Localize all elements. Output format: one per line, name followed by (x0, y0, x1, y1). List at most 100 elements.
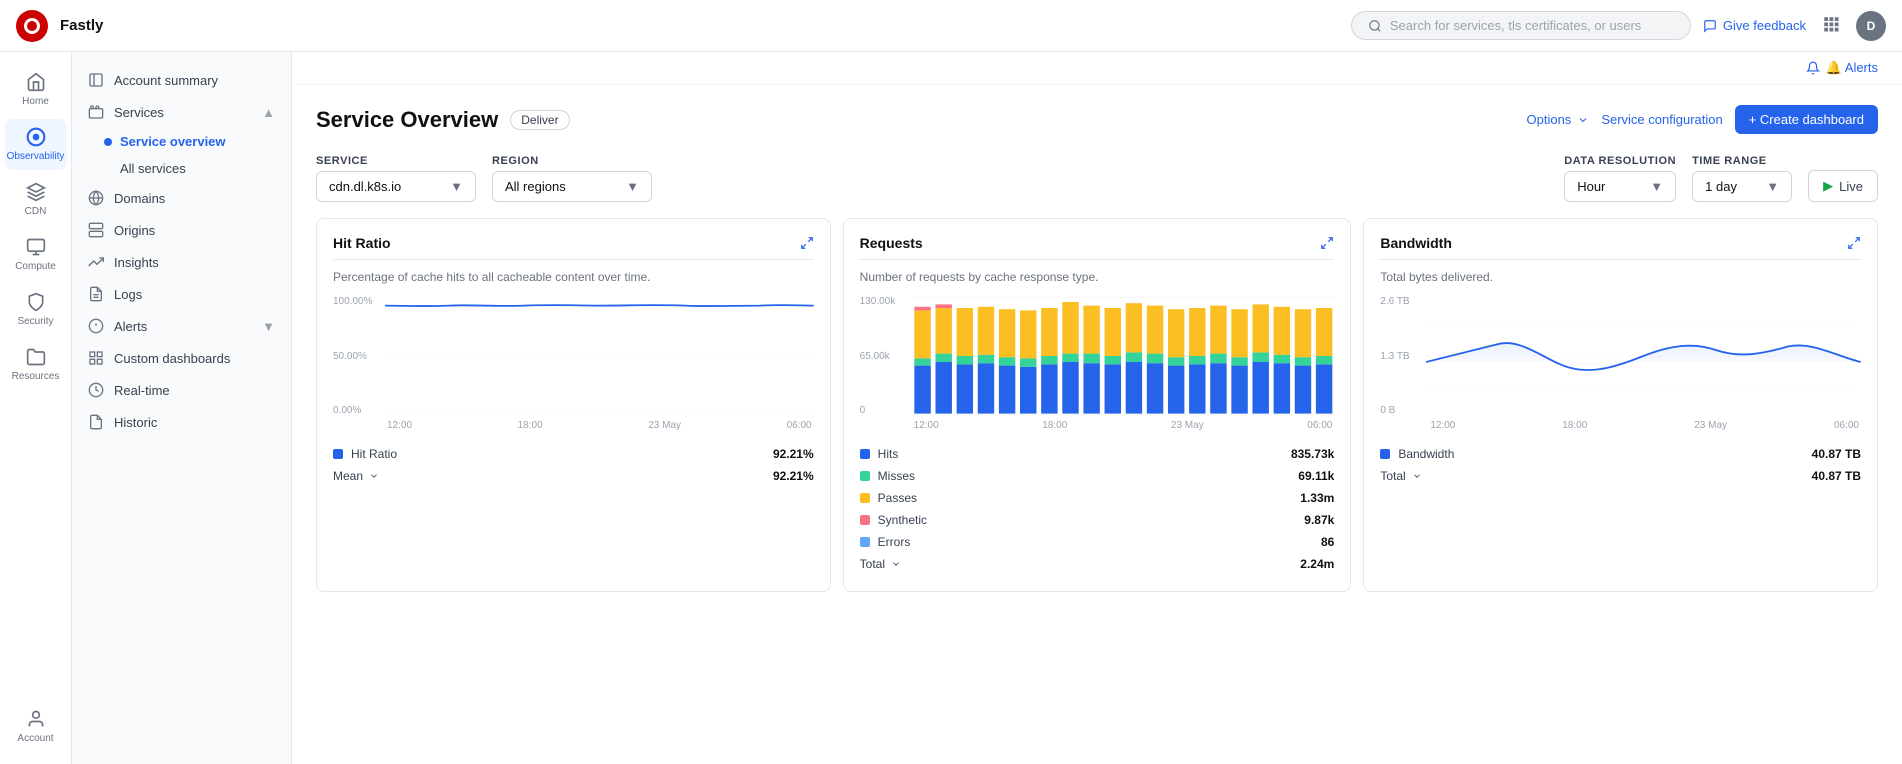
requests-legend: Hits 835.73k Misses 69.11k Passes 1.33m … (860, 443, 1335, 575)
dashboards-icon (88, 350, 104, 366)
nav-origins[interactable]: Origins (72, 214, 291, 246)
data-resolution-value: Hour (1577, 179, 1605, 194)
sidebar-item-compute[interactable]: Compute (5, 229, 67, 280)
service-select[interactable]: cdn.dl.k8s.io ▼ (316, 171, 476, 202)
live-button[interactable]: ▶ Live (1808, 170, 1878, 202)
requests-chart-area: 130.00k65.00k0 (860, 296, 1335, 416)
region-select[interactable]: All regions ▼ (492, 171, 652, 202)
requests-description: Number of requests by cache response typ… (860, 270, 1335, 284)
feedback-button[interactable]: Give feedback (1703, 18, 1806, 33)
top-navigation: Fastly Search for services, tls certific… (0, 0, 1902, 52)
legend-item-misses: Misses 69.11k (860, 465, 1335, 487)
feedback-icon (1703, 19, 1717, 33)
requests-title: Requests (860, 235, 923, 251)
bandwidth-chart-area: 2.6 TB1.3 TB0 B (1380, 296, 1861, 416)
bandwidth-total-chevron-icon[interactable] (1412, 471, 1422, 481)
live-label: Live (1839, 179, 1863, 194)
sidebar-item-account[interactable]: Account (5, 701, 67, 752)
deliver-badge: Deliver (510, 110, 569, 130)
sidebar-label-home: Home (22, 96, 49, 107)
nav-service-overview[interactable]: Service overview (104, 128, 291, 155)
nav-origins-label: Origins (114, 223, 155, 238)
hit-ratio-description: Percentage of cache hits to all cacheabl… (333, 270, 814, 284)
shield-icon (26, 292, 46, 312)
topnav-actions: Give feedback D (1703, 11, 1886, 41)
legend-item-synthetic: Synthetic 9.87k (860, 509, 1335, 531)
alerts-link[interactable]: 🔔 Alerts (1806, 60, 1878, 76)
service-config-button[interactable]: Service configuration (1601, 112, 1722, 127)
nav-account-summary-label: Account summary (114, 73, 218, 88)
charts-grid: Hit Ratio Percentage of cache hits to al… (292, 218, 1902, 608)
page-title-row: Service Overview Deliver (316, 107, 570, 133)
nav-insights[interactable]: Insights (72, 246, 291, 278)
sidebar-item-cdn[interactable]: CDN (5, 174, 67, 225)
sidebar-item-observability[interactable]: Observability (5, 119, 67, 170)
bandwidth-y-labels: 2.6 TB1.3 TB0 B (1380, 296, 1424, 416)
alerts-icon (88, 318, 104, 334)
time-range-value: 1 day (1705, 179, 1737, 194)
apps-grid-icon[interactable] (1822, 15, 1840, 36)
time-range-select[interactable]: 1 day ▼ (1692, 171, 1792, 202)
nav-all-services[interactable]: All services (104, 155, 291, 182)
summary-icon (88, 72, 104, 88)
total-chevron-icon[interactable] (891, 559, 901, 569)
service-select-chevron: ▼ (450, 179, 463, 194)
data-resolution-chevron: ▼ (1650, 179, 1663, 194)
user-avatar[interactable]: D (1856, 11, 1886, 41)
bandwidth-expand-icon[interactable] (1847, 236, 1861, 250)
header-actions: Options Service configuration + Create d… (1527, 105, 1879, 134)
nav-services[interactable]: Services ▲ (72, 96, 291, 128)
bandwidth-chart: Bandwidth Total bytes delivered. 2.6 TB1… (1363, 218, 1878, 592)
requests-bar-svg (912, 296, 1335, 416)
services-expand-icon: ▲ (262, 105, 275, 120)
origins-icon (88, 222, 104, 238)
account-icon (26, 709, 46, 729)
play-icon: ▶ (1823, 178, 1833, 194)
search-placeholder: Search for services, tls certificates, o… (1390, 18, 1641, 33)
sidebar-label-observability: Observability (7, 151, 65, 162)
nav-services-label: Services (114, 105, 164, 120)
icon-sidebar: Home Observability CDN Compute Security … (0, 52, 72, 764)
hit-ratio-expand-icon[interactable] (800, 236, 814, 250)
sidebar-item-security[interactable]: Security (5, 284, 67, 335)
create-dashboard-button[interactable]: + Create dashboard (1735, 105, 1878, 134)
nav-historic-label: Historic (114, 415, 157, 430)
insights-icon (88, 254, 104, 270)
domains-icon (88, 190, 104, 206)
nav-all-services-label: All services (120, 161, 186, 176)
cdn-icon (26, 182, 46, 202)
bandwidth-description: Total bytes delivered. (1380, 270, 1861, 284)
nav-insights-label: Insights (114, 255, 159, 270)
alerts-bar: 🔔 Alerts (292, 52, 1902, 85)
nav-real-time[interactable]: Real-time (72, 374, 291, 406)
legend-item-total: Total 2.24m (860, 553, 1335, 575)
time-range-chevron: ▼ (1766, 179, 1779, 194)
sidebar-label-resources: Resources (12, 371, 60, 382)
nav-logs[interactable]: Logs (72, 278, 291, 310)
nav-custom-dashboards[interactable]: Custom dashboards (72, 342, 291, 374)
region-select-chevron: ▼ (626, 179, 639, 194)
search-bar[interactable]: Search for services, tls certificates, o… (1351, 11, 1691, 40)
bandwidth-line-svg (1426, 296, 1861, 416)
nav-historic[interactable]: Historic (72, 406, 291, 438)
service-filter-group: Service cdn.dl.k8s.io ▼ (316, 155, 476, 202)
legend-item-bandwidth-total: Total 40.87 TB (1380, 465, 1861, 487)
historic-icon (88, 414, 104, 430)
hit-ratio-chart-area: 100.00%50.00%0.00% (333, 296, 814, 416)
bandwidth-header: Bandwidth (1380, 235, 1861, 251)
bell-icon (1806, 61, 1820, 75)
requests-chart: Requests Number of requests by cache res… (843, 218, 1352, 592)
nav-account-summary[interactable]: Account summary (72, 64, 291, 96)
sidebar-item-home[interactable]: Home (5, 64, 67, 115)
nav-alerts[interactable]: Alerts ▼ (72, 310, 291, 342)
requests-xaxis: 12:0018:0023 May06:00 (912, 420, 1335, 431)
region-filter-label: Region (492, 155, 652, 167)
requests-expand-icon[interactable] (1320, 236, 1334, 250)
nav-domains[interactable]: Domains (72, 182, 291, 214)
options-button[interactable]: Options (1527, 112, 1590, 127)
sidebar-item-resources[interactable]: Resources (5, 339, 67, 390)
brand-name: Fastly (60, 17, 103, 34)
data-resolution-select[interactable]: Hour ▼ (1564, 171, 1676, 202)
hit-ratio-legend: Hit Ratio 92.21% Mean 92.21% (333, 443, 814, 487)
mean-chevron-icon[interactable] (369, 471, 379, 481)
